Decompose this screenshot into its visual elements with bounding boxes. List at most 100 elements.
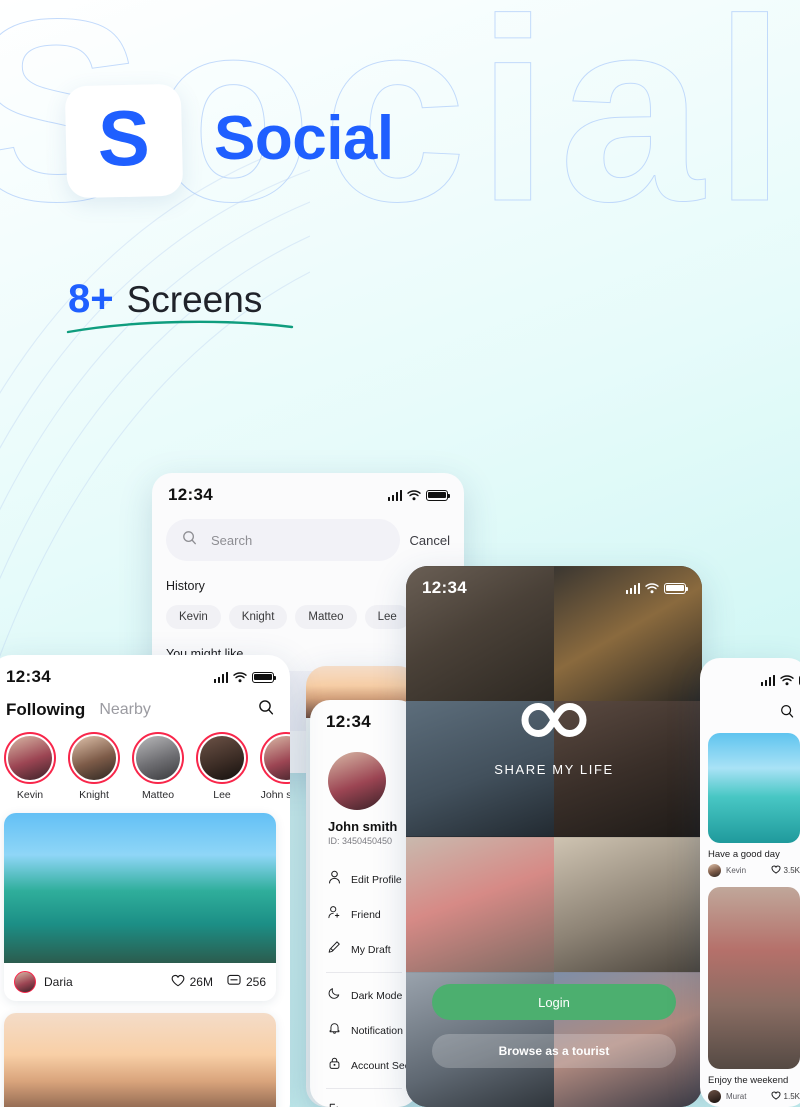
explore-title: Enjoy the weekend [708, 1075, 789, 1086]
menu-item-label: Friend [351, 908, 381, 921]
battery-icon [426, 489, 450, 501]
avatar [72, 736, 116, 780]
explore-search-row [700, 694, 800, 723]
history-chip[interactable]: Kevin [166, 605, 221, 629]
cellular-icon [625, 582, 640, 594]
story-ring [260, 732, 290, 784]
like-stat[interactable]: 1.5K [770, 1091, 800, 1102]
story-list: Kevin Knight Matteo Lee John smith [0, 720, 290, 801]
story-item[interactable]: John smith [260, 732, 290, 801]
status-bar: 12:34 [700, 658, 800, 694]
post-image [4, 813, 276, 963]
screens-headline: 8+ Screens [68, 277, 262, 322]
like-count: 3.5K [783, 866, 800, 875]
avatar [136, 736, 180, 780]
menu-item-account-security[interactable]: Account Security [310, 1048, 418, 1083]
history-chip[interactable]: Lee [364, 605, 410, 629]
tab-following[interactable]: Following [6, 700, 85, 720]
status-time: 12:34 [422, 578, 467, 597]
story-name: Kevin [16, 789, 44, 801]
menu-item-notification-settings[interactable]: Notification Settings [310, 1013, 418, 1048]
menu-item-label: My Draft [351, 943, 391, 956]
battery-icon [664, 582, 688, 594]
comment-stat[interactable]: 256 [227, 974, 266, 990]
explore-card[interactable]: Have a good day Kevin 3.5K [708, 733, 800, 877]
heart-icon [770, 1091, 781, 1102]
menu-item-sign-out[interactable]: Sign Out [310, 1094, 418, 1107]
avatar [14, 971, 36, 993]
heart-icon [171, 974, 185, 990]
status-time: 12:34 [6, 667, 51, 686]
heart-icon [770, 865, 781, 876]
search-icon[interactable] [780, 704, 794, 723]
login-actions: Login Browse as a tourist [432, 984, 676, 1068]
screens-count: 8+ [68, 277, 114, 321]
explore-username: Murat [726, 1092, 747, 1101]
screen-feed: 12:34 Following Nearby Kevin Knight Matt… [0, 655, 290, 1107]
menu-item-friend[interactable]: Friend [310, 897, 418, 932]
story-name: Knight [79, 789, 109, 801]
wifi-icon [645, 582, 659, 594]
story-item[interactable]: Lee [196, 732, 248, 801]
search-icon[interactable] [258, 699, 274, 720]
explore-image [708, 887, 800, 1069]
story-ring [68, 732, 120, 784]
story-name: Lee [213, 789, 231, 801]
status-icons [213, 671, 276, 683]
profile-name: John smith [328, 819, 398, 834]
menu-divider [326, 972, 402, 973]
status-time: 12:34 [168, 485, 213, 504]
cellular-icon [760, 674, 776, 686]
story-item[interactable]: Knight [68, 732, 120, 801]
user-icon [328, 870, 341, 889]
avatar [708, 864, 721, 877]
login-tagline: SHARE MY LIFE [494, 762, 614, 777]
story-name: Matteo [141, 789, 175, 801]
avatar [708, 1090, 721, 1103]
menu-item-my-draft[interactable]: My Draft [310, 932, 418, 967]
comment-icon [227, 974, 241, 990]
like-stat[interactable]: 26M [171, 974, 213, 990]
post-image [4, 1013, 276, 1107]
story-item[interactable]: Kevin [4, 732, 56, 801]
status-bar: 12:34 [152, 473, 464, 509]
login-overlay: 12:34 SHARE MY LIFE Login Browse as a to… [406, 566, 702, 1107]
status-icons [625, 582, 688, 594]
screen-login: 12:34 SHARE MY LIFE Login Browse as a to… [406, 566, 702, 1107]
menu-item-label: Edit Profile [351, 873, 402, 886]
post-username: Daria [44, 975, 73, 989]
menu-item-edit-profile[interactable]: Edit Profile [310, 862, 418, 897]
login-button[interactable]: Login [432, 984, 676, 1020]
like-stat[interactable]: 3.5K [770, 865, 800, 876]
moon-icon [328, 986, 341, 1005]
infinity-icon [406, 699, 702, 741]
app-logo-letter: S [97, 94, 150, 183]
promo-poster: Social S Social 8+ Screens 12:34 Search … [0, 0, 800, 1107]
history-chip[interactable]: Knight [228, 605, 288, 629]
explore-footer: Murat 1.5K [708, 1090, 800, 1103]
story-name: John smith [260, 789, 290, 801]
feed-post[interactable] [4, 1013, 276, 1107]
explore-card[interactable]: Enjoy the weekend Murat 1.5K [708, 887, 800, 1103]
screen-profile-menu: 12:34 John smith ID: 3450450450 Edit Pro… [310, 700, 418, 1107]
profile-menu: Edit Profile Friend My Draft Dark Mode N… [310, 862, 418, 1107]
menu-item-dark-mode[interactable]: Dark Mode [310, 978, 418, 1013]
browse-tourist-button[interactable]: Browse as a tourist [432, 1034, 676, 1068]
user-plus-icon [328, 905, 341, 924]
cellular-icon [213, 671, 228, 683]
wifi-icon [233, 671, 247, 683]
lock-icon [328, 1056, 341, 1075]
post-meta: Daria 26M 256 [4, 963, 276, 1001]
tab-nearby[interactable]: Nearby [99, 701, 151, 719]
battery-icon [252, 671, 276, 683]
status-bar: 12:34 [0, 655, 290, 691]
profile-avatar[interactable] [328, 752, 386, 810]
search-input[interactable]: Search [166, 519, 400, 561]
history-chip[interactable]: Matteo [295, 605, 357, 629]
story-item[interactable]: Matteo [132, 732, 184, 801]
story-ring [4, 732, 56, 784]
feed-post[interactable]: Daria 26M 256 [4, 813, 276, 1001]
profile-id: ID: 3450450450 [328, 836, 393, 846]
story-ring [196, 732, 248, 784]
cancel-button[interactable]: Cancel [410, 533, 450, 548]
